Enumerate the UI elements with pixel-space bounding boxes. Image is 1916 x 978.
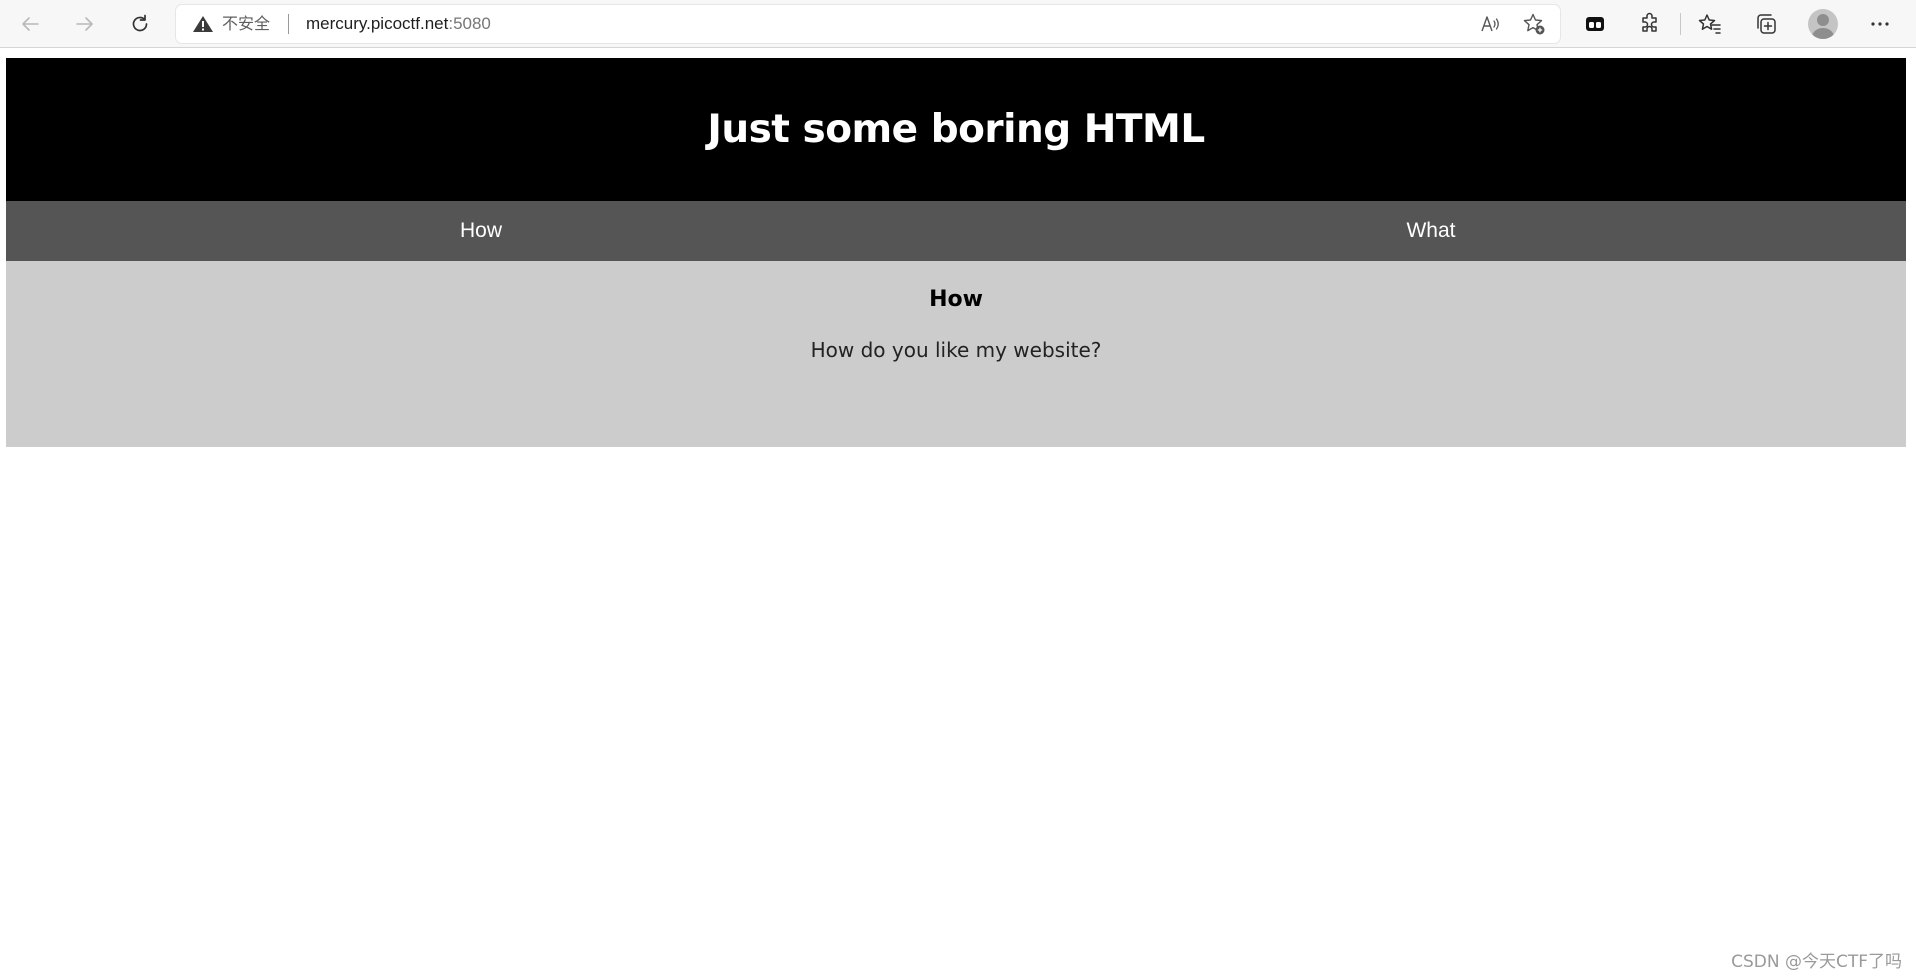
refresh-icon — [132, 14, 148, 32]
toolbar-divider — [1680, 13, 1681, 35]
watermark: CSDN @今天CTF了吗 — [1731, 952, 1902, 972]
add-favorite-button[interactable] — [1522, 12, 1546, 36]
security-label[interactable]: 不安全 — [222, 15, 270, 33]
extension-button[interactable] — [1577, 6, 1613, 42]
page-title: Just some boring HTML — [707, 107, 1205, 152]
read-aloud-icon — [1481, 16, 1499, 32]
collections-icon — [1757, 14, 1776, 34]
back-button[interactable] — [12, 6, 48, 42]
section-heading: How — [929, 287, 983, 312]
browser-toolbar: 不安全 mercury.picoctf.net:5080 — [0, 0, 1916, 48]
warning-icon[interactable] — [192, 15, 214, 33]
web-page: Just some boring HTML How What How How d… — [6, 58, 1906, 447]
more-menu-button[interactable] — [1862, 6, 1898, 42]
url-host: mercury.picoctf.net — [306, 14, 449, 33]
forward-button[interactable] — [67, 6, 103, 42]
tab-how[interactable]: How — [6, 201, 956, 261]
read-aloud-button[interactable] — [1478, 12, 1502, 36]
section-text: How do you like my website? — [810, 338, 1102, 362]
url-text[interactable]: mercury.picoctf.net:5080 — [306, 15, 491, 33]
profile-avatar[interactable] — [1808, 9, 1838, 39]
favorites-button[interactable] — [1692, 6, 1728, 42]
address-separator — [288, 14, 289, 34]
back-arrow-icon — [22, 17, 39, 31]
site-header: Just some boring HTML — [6, 58, 1906, 201]
url-port: :5080 — [448, 14, 491, 33]
extension-icon — [1586, 17, 1604, 31]
tab-what[interactable]: What — [956, 201, 1906, 261]
extensions-icon — [1642, 12, 1657, 32]
avatar-head — [1817, 14, 1829, 26]
collections-button[interactable] — [1748, 6, 1784, 42]
avatar-body — [1812, 28, 1834, 39]
site-nav: How What — [6, 201, 1906, 261]
forward-arrow-icon — [76, 17, 93, 31]
more-menu-icon — [1871, 22, 1889, 26]
add-favorite-icon — [1523, 13, 1545, 35]
extensions-button[interactable] — [1632, 6, 1668, 42]
address-bar[interactable]: 不安全 mercury.picoctf.net:5080 — [176, 5, 1560, 43]
favorites-icon — [1698, 14, 1721, 34]
content-section: How How do you like my website? — [6, 261, 1906, 447]
refresh-button[interactable] — [122, 6, 158, 42]
